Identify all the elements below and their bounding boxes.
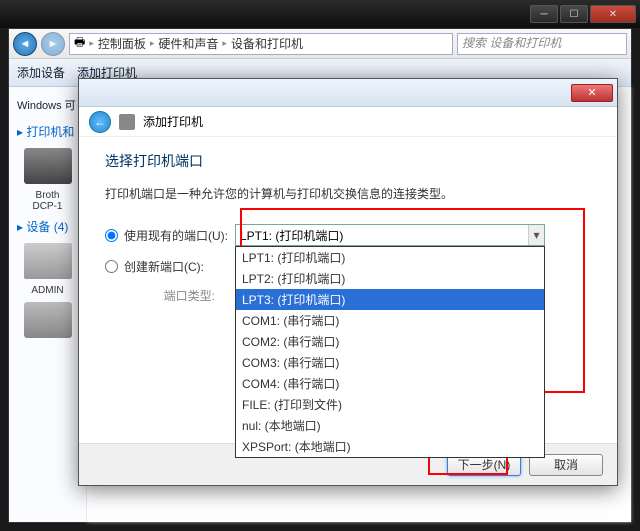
nav-forward-button[interactable]: ► [41,32,65,56]
address-bar: ◄ ► 🖶 ▸ 控制面板 ▸ 硬件和声音 ▸ 设备和打印机 搜索 设备和打印机 [9,29,631,59]
sidebar-item-1[interactable]: ADMIN [9,283,86,298]
port-option[interactable]: COM1: (串行端口) [236,310,544,331]
dialog-header: ← 添加打印机 [79,107,617,137]
port-type-label: 端口类型: [105,287,235,304]
port-option[interactable]: COM3: (串行端口) [236,352,544,373]
nav-back-button[interactable]: ◄ [13,32,37,56]
search-input[interactable]: 搜索 设备和打印机 [457,33,627,55]
breadcrumb[interactable]: 🖶 ▸ 控制面板 ▸ 硬件和声音 ▸ 设备和打印机 [69,33,453,55]
os-close-button[interactable]: ✕ [590,5,636,23]
use-existing-port-radio[interactable]: 使用现有的端口(U): [105,227,235,244]
port-option[interactable]: COM4: (串行端口) [236,373,544,394]
dialog-title: 添加打印机 [143,113,203,130]
port-option[interactable]: LPT1: (打印机端口) [236,247,544,268]
radio-existing[interactable] [105,229,118,242]
sidebar-header: Windows 可 [9,91,86,119]
add-printer-dialog: ✕ ← 添加打印机 选择打印机端口 打印机端口是一种允许您的计算机与打印机交换信… [78,78,618,486]
combo-selected: LPT1: (打印机端口) [240,227,343,244]
add-device-cmd[interactable]: 添加设备 [17,64,65,81]
dialog-heading: 选择打印机端口 [105,151,591,171]
dialog-titlebar: ✕ [79,79,617,107]
printer-icon [119,114,135,130]
radio-new[interactable] [105,260,118,273]
port-option[interactable]: FILE: (打印到文件) [236,394,544,415]
port-dropdown-list: LPT1: (打印机端口) LPT2: (打印机端口) LPT3: (打印机端口… [235,246,545,458]
create-new-port-radio[interactable]: 创建新端口(C): [105,258,235,275]
crumb-0[interactable]: 控制面板 [98,35,146,52]
dialog-close-button[interactable]: ✕ [571,84,613,102]
maximize-button[interactable]: ☐ [560,5,588,23]
sidebar: Windows 可 ▸ 打印机和 Broth DCP-1 ▸ 设备 (4) AD… [9,87,87,522]
port-option[interactable]: LPT2: (打印机端口) [236,268,544,289]
port-option[interactable]: LPT3: (打印机端口) [236,289,544,310]
camera-thumb[interactable] [24,302,72,338]
port-combobox[interactable]: LPT1: (打印机端口) ▾ [235,224,545,246]
chevron-down-icon[interactable]: ▾ [528,225,544,245]
sidebar-group-printers[interactable]: ▸ 打印机和 [9,119,86,144]
dialog-back-button[interactable]: ← [89,111,111,133]
crumb-2[interactable]: 设备和打印机 [231,35,303,52]
folder-icon: 🖶 [74,33,85,54]
device-thumb[interactable] [24,243,72,279]
minimize-button[interactable]: ─ [530,5,558,23]
crumb-1[interactable]: 硬件和声音 [158,35,218,52]
dialog-description: 打印机端口是一种允许您的计算机与打印机交换信息的连接类型。 [105,185,591,202]
os-titlebar: ─ ☐ ✕ [0,0,640,28]
port-option[interactable]: COM2: (串行端口) [236,331,544,352]
sidebar-item-0[interactable]: Broth DCP-1 [9,188,86,214]
port-option[interactable]: nul: (本地端口) [236,415,544,436]
sidebar-group-devices[interactable]: ▸ 设备 (4) [9,214,86,239]
port-option[interactable]: XPSPort: (本地端口) [236,436,544,457]
printer-thumb[interactable] [24,148,72,184]
